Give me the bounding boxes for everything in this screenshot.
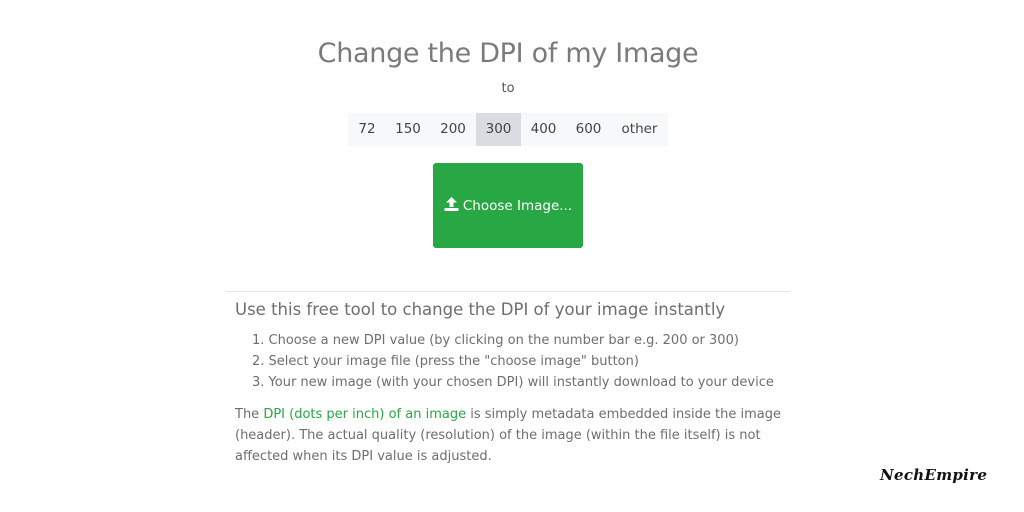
info-paragraph: The DPI (dots per inch) of an image is s… xyxy=(235,404,795,467)
dpi-option-other[interactable]: other xyxy=(611,113,668,146)
choose-image-button[interactable]: Choose Image... xyxy=(433,163,583,248)
page-title: Change the DPI of my Image xyxy=(317,38,699,69)
choose-image-label: Choose Image... xyxy=(462,197,573,214)
dpi-info-link[interactable]: DPI (dots per inch) of an image xyxy=(263,407,466,422)
to-label: to xyxy=(501,81,515,96)
watermark-logo: NechEmpire xyxy=(880,466,988,484)
paragraph-prefix: The xyxy=(235,407,264,422)
dpi-selector: 72 150 200 300 400 600 other xyxy=(348,113,668,146)
dpi-option-600[interactable]: 600 xyxy=(566,113,611,146)
step-item: 1. Choose a new DPI value (by clicking o… xyxy=(252,333,739,348)
info-subtitle: Use this free tool to change the DPI of … xyxy=(235,300,726,319)
upload-icon xyxy=(444,196,463,215)
steps-list: 1. Choose a new DPI value (by clicking o… xyxy=(252,330,774,393)
step-item: 2. Select your image file (press the "ch… xyxy=(252,354,639,369)
dpi-option-400[interactable]: 400 xyxy=(521,113,566,146)
dpi-option-300[interactable]: 300 xyxy=(476,113,521,146)
dpi-option-150[interactable]: 150 xyxy=(386,113,430,146)
dpi-option-200[interactable]: 200 xyxy=(430,113,476,146)
dpi-option-72[interactable]: 72 xyxy=(348,113,386,146)
step-item: 3. Your new image (with your chosen DPI)… xyxy=(252,375,774,390)
section-divider xyxy=(226,291,790,292)
